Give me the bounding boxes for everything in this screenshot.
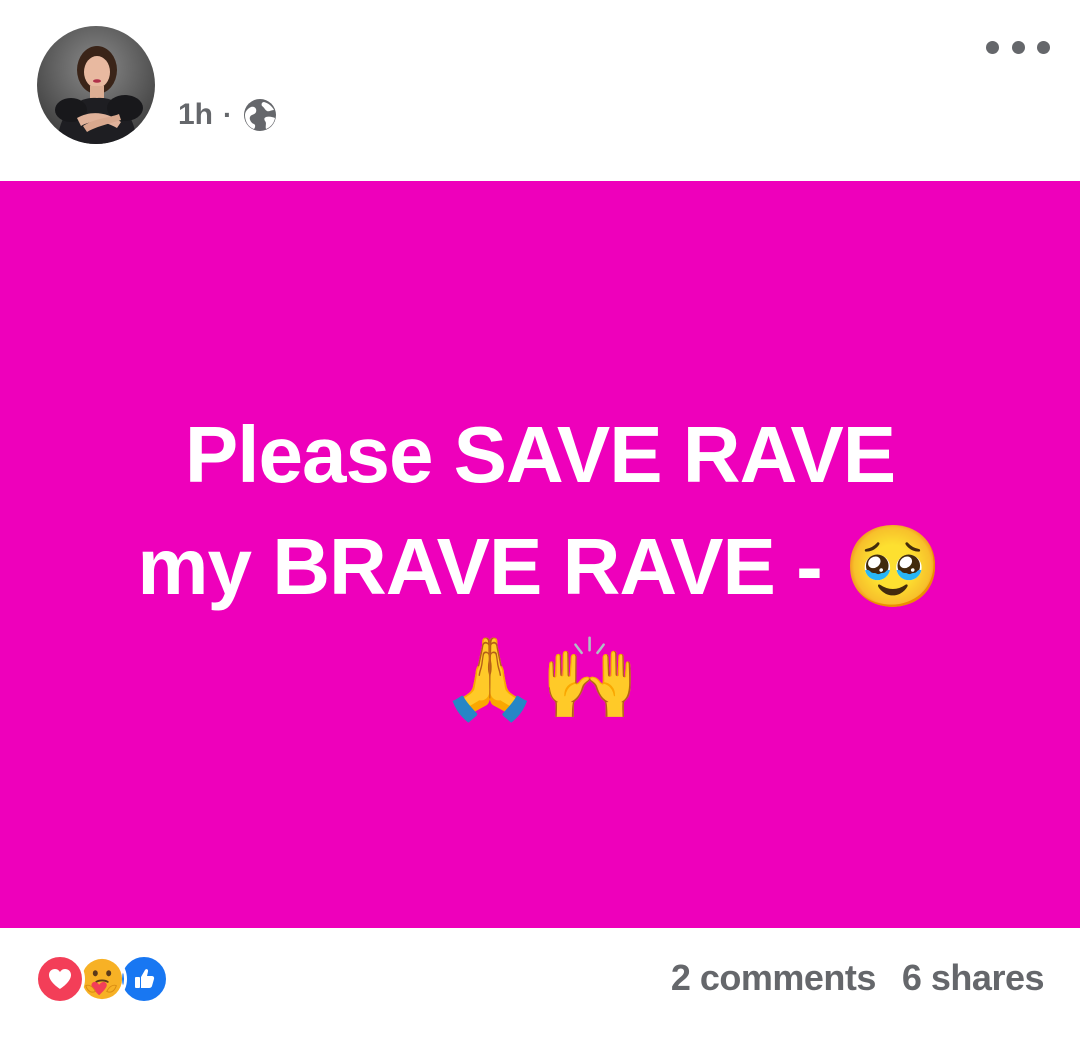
more-options-icon[interactable] bbox=[986, 30, 1050, 64]
reaction-summary[interactable] bbox=[35, 953, 169, 1005]
more-dot bbox=[986, 40, 999, 54]
post-time[interactable]: 1h bbox=[178, 98, 213, 132]
pleading-face-emoji: 🥹 bbox=[843, 521, 943, 611]
more-dot bbox=[1011, 40, 1025, 54]
post-text-line-1: Please SAVE RAVE bbox=[184, 409, 896, 499]
post-text-line-3: 🙏🙌 bbox=[440, 633, 640, 723]
comments-count-link[interactable]: 2 comments bbox=[671, 957, 877, 999]
globe-icon[interactable] bbox=[242, 97, 278, 133]
post-header: 1h · bbox=[0, 0, 1080, 181]
post-meta: 1h · bbox=[178, 94, 278, 136]
post-stats: 2 comments 6 shares bbox=[671, 955, 1045, 1001]
post-text-card[interactable]: Please SAVE RAVE my BRAVE RAVE - 🥹 🙏🙌 bbox=[0, 181, 1080, 928]
shares-count-link[interactable]: 6 shares bbox=[902, 957, 1045, 999]
meta-separator: · bbox=[223, 99, 233, 130]
post-text: Please SAVE RAVE my BRAVE RAVE - 🥹 🙏🙌 bbox=[90, 399, 990, 735]
post-text-line-2-text: my BRAVE RAVE - bbox=[137, 521, 843, 611]
more-dot bbox=[1037, 40, 1050, 54]
avatar-photo bbox=[37, 26, 155, 144]
post-text-line-2: my BRAVE RAVE - 🥹 bbox=[90, 511, 990, 623]
profile-avatar[interactable] bbox=[37, 26, 155, 144]
heart-reaction-icon bbox=[35, 954, 85, 1004]
